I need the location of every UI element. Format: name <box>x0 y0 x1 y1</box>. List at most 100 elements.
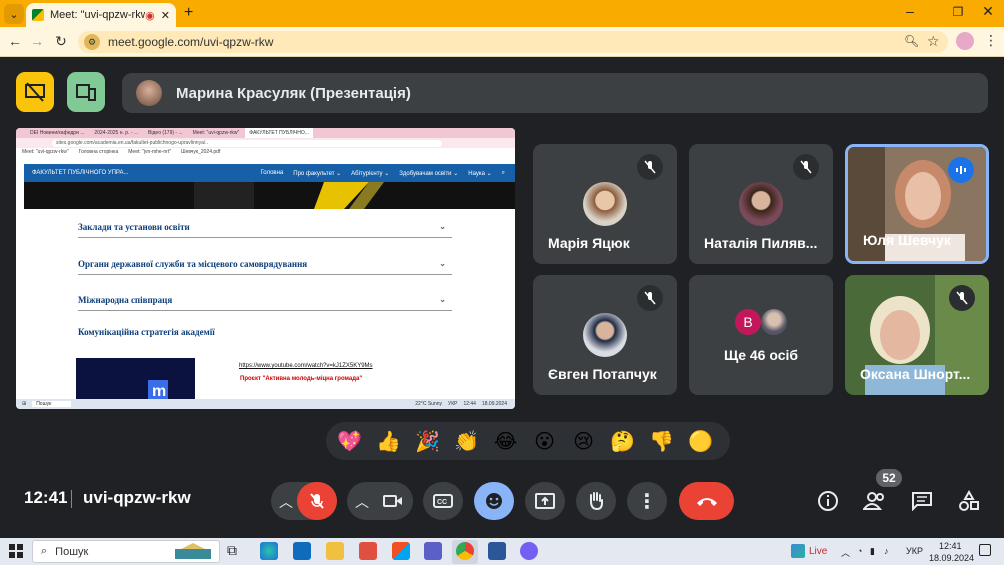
live-weather-icon[interactable] <box>791 544 805 558</box>
reaction-laugh-button[interactable]: 😂 <box>490 429 521 454</box>
camera-options-chevron-icon[interactable]: ︿ <box>355 492 369 512</box>
new-tab-button[interactable]: + <box>184 4 193 22</box>
store-icon[interactable] <box>392 542 410 560</box>
bookmark-star-icon[interactable]: ☆ <box>927 33 940 50</box>
notifications-icon[interactable] <box>979 544 991 556</box>
reaction-thumbs-down-button[interactable]: 👎 <box>646 429 677 454</box>
photos-icon[interactable] <box>359 542 377 560</box>
meeting-details-button[interactable] <box>808 482 848 520</box>
mic-toggle-button[interactable] <box>297 482 337 520</box>
shared-date: 18.09.2024 <box>481 401 507 407</box>
volume-icon[interactable]: ♪ <box>884 546 889 556</box>
shared-taskbar-search: Пошук <box>32 401 72 407</box>
participant-avatar <box>739 182 783 226</box>
people-button[interactable] <box>855 482 895 520</box>
url-text: meet.google.com/uvi-qpzw-rkw <box>108 35 274 49</box>
minimize-button[interactable]: – <box>900 3 920 19</box>
mic-off-icon <box>793 154 819 180</box>
word-icon[interactable] <box>488 542 506 560</box>
task-view-icon[interactable]: ⧉ <box>227 542 245 560</box>
video-thumbnail: m <box>76 358 195 401</box>
profile-avatar[interactable] <box>956 32 974 50</box>
tab-search-button[interactable]: ⌄ <box>4 4 24 24</box>
language-indicator[interactable]: УКР <box>906 546 923 556</box>
devices-icon <box>76 84 96 101</box>
site-info-icon[interactable]: ⚙ <box>84 34 100 50</box>
shared-screen[interactable]: DEI Новини/кафедри ... 2024-2025 н. р. -… <box>16 128 515 409</box>
shared-nav-item: Головна <box>260 170 284 176</box>
stop-presenting-button[interactable] <box>16 72 54 112</box>
reaction-thinking-button[interactable]: 🤔 <box>607 429 638 454</box>
participant-tile[interactable]: Євген Потапчук <box>533 275 677 395</box>
leave-call-button[interactable] <box>679 482 734 520</box>
chrome-icon[interactable] <box>456 542 474 560</box>
info-icon <box>818 491 838 511</box>
viber-icon[interactable] <box>520 542 538 560</box>
present-button[interactable] <box>525 482 565 520</box>
address-bar[interactable]: ⚙ meet.google.com/uvi-qpzw-rkw <box>78 31 948 53</box>
mic-off-icon <box>949 285 975 311</box>
participant-tile-speaking[interactable]: Юля Шевчук <box>845 144 989 264</box>
youtube-link: https://www.youtube.com/watch?v=kJ1ZX5KY… <box>239 363 373 369</box>
tray-time[interactable]: 12:41 <box>939 541 962 551</box>
shared-tab: 2024-2025 н. р. - ... <box>94 130 139 136</box>
shared-nav-item: Здобувачам освіти ⌄ <box>399 170 459 177</box>
browser-menu-icon[interactable]: ⋮ <box>984 32 998 49</box>
shared-bookmark: Шевчук_2024.pdf <box>181 149 221 155</box>
reaction-sad-button[interactable]: 😢 <box>568 429 599 454</box>
meet-favicon-icon <box>32 9 44 21</box>
mail-icon[interactable] <box>293 542 311 560</box>
reaction-heart-button[interactable]: 💖 <box>334 429 365 454</box>
back-button[interactable]: ← <box>6 33 24 49</box>
chat-button[interactable] <box>902 482 942 520</box>
hang-up-icon <box>696 498 717 506</box>
raise-hand-button[interactable] <box>576 482 616 520</box>
more-participants-label: Ще 46 осіб <box>723 347 799 363</box>
mic-tray-icon[interactable]: ▮ <box>870 546 875 557</box>
tab-close-icon[interactable]: ✕ <box>161 9 170 22</box>
reaction-surprised-button[interactable]: 😮 <box>529 429 560 454</box>
tray-date[interactable]: 18.09.2024 <box>929 553 974 563</box>
close-window-button[interactable]: ✕ <box>978 3 998 20</box>
mic-options-chevron-icon[interactable]: ︿ <box>279 492 293 512</box>
network-icon[interactable]: ◔ <box>857 546 862 556</box>
participant-tile[interactable]: Оксана Шнорт... <box>845 275 989 395</box>
more-participants-tile[interactable]: В Ще 46 осіб <box>689 275 833 395</box>
forward-button[interactable]: → <box>28 33 46 49</box>
section-title: Заклади та установи освіти <box>78 221 190 232</box>
participant-name: Євген Потапчук <box>548 366 657 382</box>
restore-button[interactable]: ❐ <box>948 5 968 19</box>
activities-button[interactable] <box>949 482 989 520</box>
reload-button[interactable]: ↻ <box>52 33 70 50</box>
reaction-thumbs-up-button[interactable]: 👍 <box>373 429 404 454</box>
layout-button[interactable] <box>67 72 105 112</box>
more-options-button[interactable]: ⋮ <box>627 482 667 520</box>
more-vert-icon: ⋮ <box>637 490 657 513</box>
edge-icon[interactable] <box>260 542 278 560</box>
reaction-party-button[interactable]: 🎉 <box>412 429 443 454</box>
captions-button[interactable]: CC <box>423 482 463 520</box>
participant-tile[interactable]: Наталія Пиляв... <box>689 144 833 264</box>
participant-tile[interactable]: Марія Яцюк <box>533 144 677 264</box>
browser-tab-meet[interactable]: Meet: "uvi-qpzw-rkw" ◉ ✕ <box>26 3 176 27</box>
shared-tab: Відео (179) - ... <box>148 130 183 136</box>
shared-hero-banner <box>24 182 515 209</box>
reactions-button[interactable] <box>474 482 514 520</box>
taskbar-search-box[interactable]: ⌕ Пошук <box>32 540 220 563</box>
shared-bookmark: Головна сторінка <box>78 149 119 155</box>
teams-icon[interactable] <box>424 542 442 560</box>
chevron-down-icon: ⌄ <box>439 222 446 231</box>
presenter-label: Марина Красуляк (Презентація) <box>176 84 411 102</box>
shared-search-icon: ⌕ <box>501 169 505 176</box>
reaction-clap-button[interactable]: 👏 <box>451 429 482 454</box>
camera-toggle-button[interactable] <box>373 482 413 520</box>
avatar-letter: В <box>735 309 761 335</box>
windows-start-button[interactable] <box>9 544 23 563</box>
tray-chevron-icon[interactable]: ︿ <box>841 546 850 559</box>
shared-site-title: ФАКУЛЬТЕТ ПУБЛІЧНОГО УПРА... <box>32 170 129 176</box>
mic-off-icon <box>637 154 663 180</box>
file-explorer-icon[interactable] <box>326 542 344 560</box>
zoom-icon[interactable]: 🔍︎ <box>904 34 919 48</box>
reactions-bar: 💖 👍 🎉 👏 😂 😮 😢 🤔 👎 🟡 <box>326 422 730 460</box>
skin-tone-button[interactable]: 🟡 <box>685 429 716 454</box>
